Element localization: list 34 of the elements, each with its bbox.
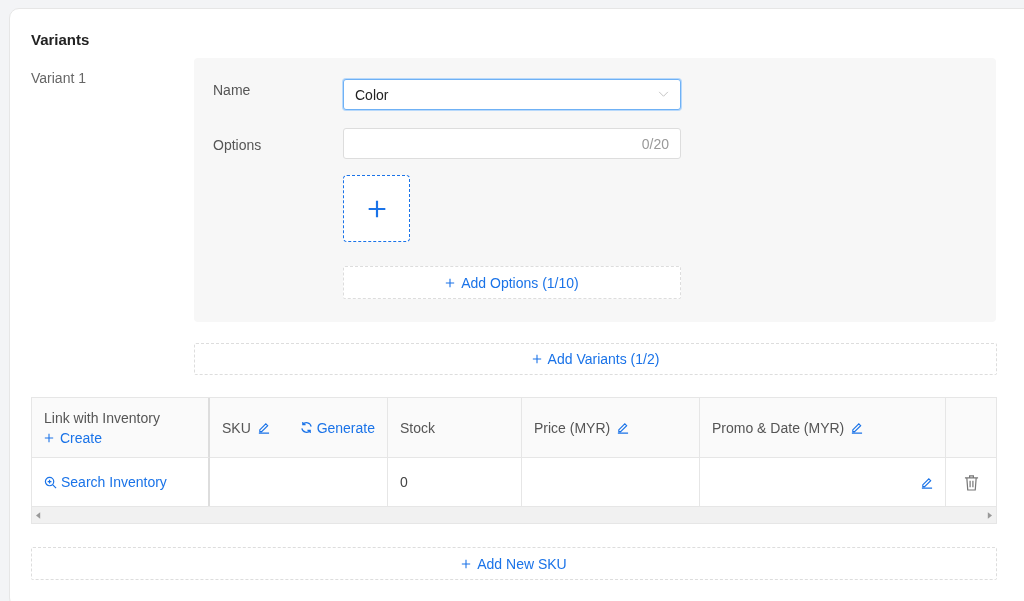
variant-label: Variant 1	[31, 69, 87, 88]
search-inventory-link[interactable]: Search Inventory	[44, 474, 167, 490]
field-label: Options	[213, 136, 263, 155]
plus-icon	[445, 277, 456, 288]
name-select[interactable]: Color	[343, 79, 681, 110]
plus-icon	[461, 558, 472, 569]
refresh-icon	[299, 421, 313, 434]
zoom-in-icon	[44, 475, 57, 489]
add-image-button[interactable]	[343, 175, 410, 242]
edit-icon[interactable]	[850, 421, 864, 434]
field-label: Name	[213, 81, 252, 100]
column-title: SKU	[222, 419, 251, 436]
trash-icon[interactable]	[963, 473, 979, 491]
scroll-left-icon[interactable]	[36, 511, 41, 519]
add-variants-button[interactable]: Add Variants (1/2)	[194, 343, 997, 375]
horizontal-scrollbar[interactable]	[32, 506, 996, 523]
options-input[interactable]: 0/20	[343, 128, 681, 159]
column-title: Promo & Date (MYR)	[712, 419, 845, 436]
scroll-right-icon[interactable]	[987, 511, 992, 519]
column-title: Link with Inventory	[44, 409, 160, 426]
add-options-button[interactable]: Add Options (1/10)	[343, 266, 681, 299]
column-title: Stock	[400, 419, 435, 436]
generate-link[interactable]: Generate	[299, 419, 375, 436]
plus-icon	[531, 354, 542, 364]
edit-icon[interactable]	[616, 421, 630, 434]
edit-icon[interactable]	[920, 475, 933, 489]
plus-icon	[366, 198, 387, 219]
chevron-down-icon	[658, 91, 669, 98]
plus-icon	[44, 432, 54, 443]
edit-icon[interactable]	[256, 421, 270, 434]
add-sku-button[interactable]: Add New SKU	[31, 547, 997, 580]
column-title: Price (MYR)	[534, 419, 611, 436]
create-link[interactable]: Create	[44, 429, 160, 446]
section-title: Variants	[31, 31, 91, 48]
